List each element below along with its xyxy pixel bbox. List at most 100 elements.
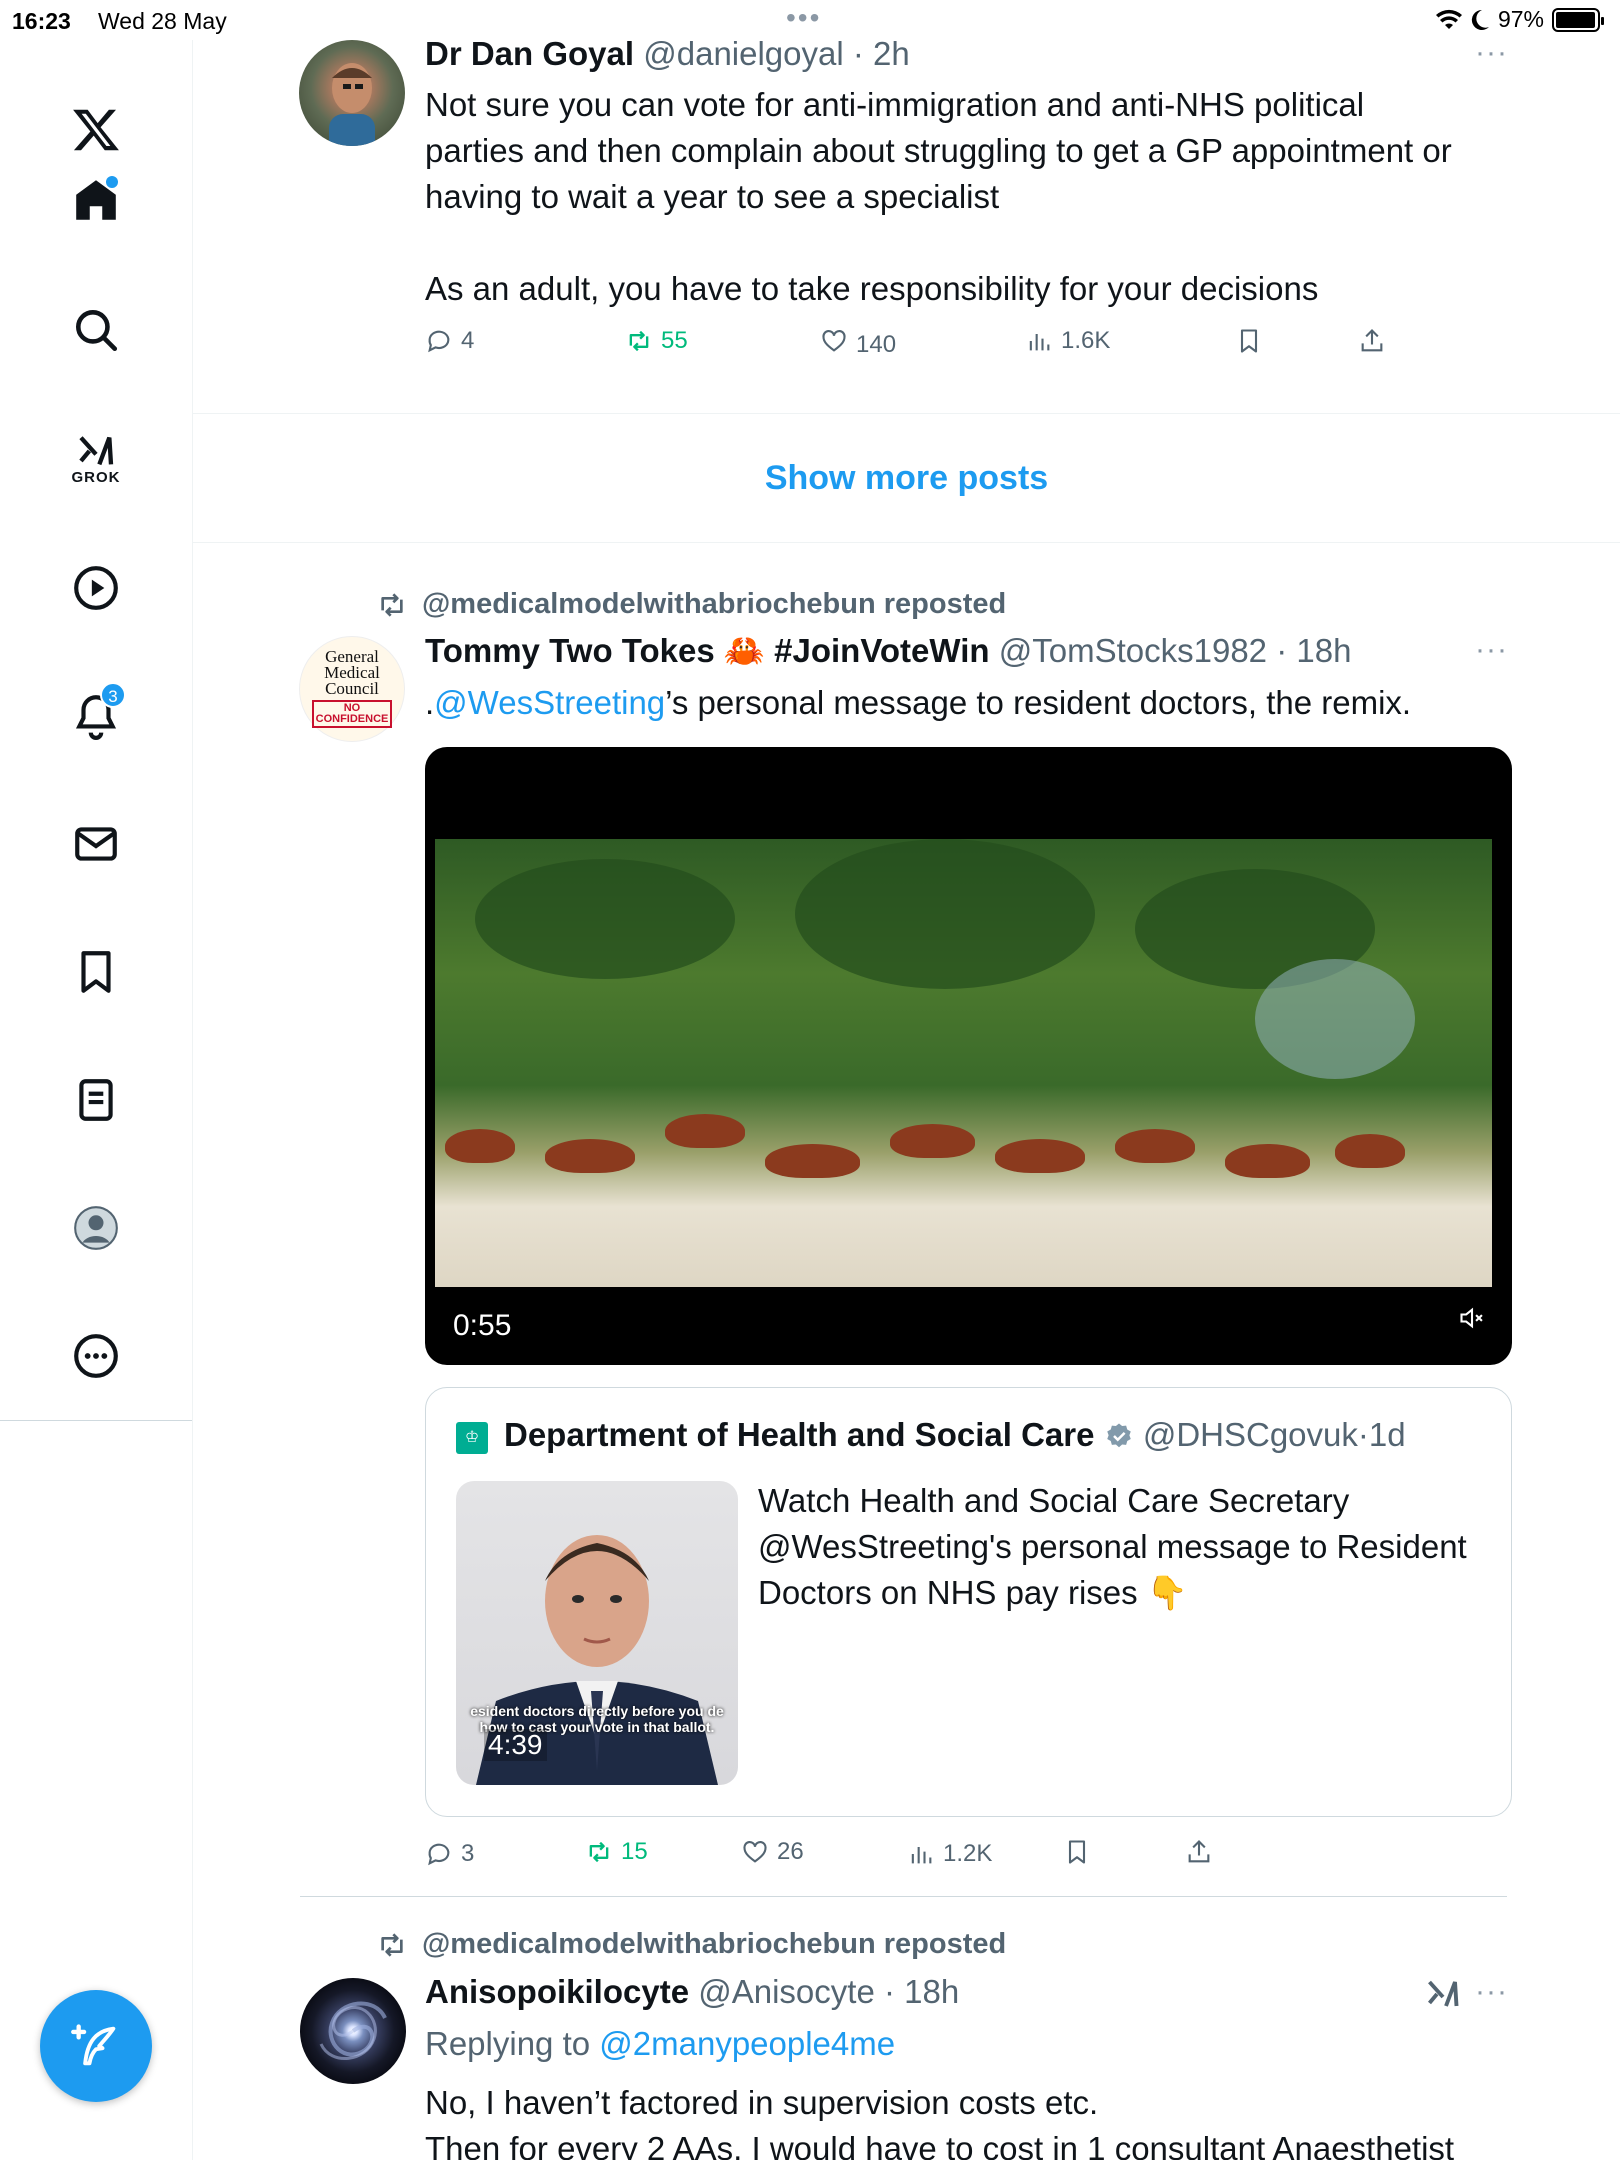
sidebar-item-more[interactable] — [56, 1316, 136, 1396]
post1-more-icon[interactable]: ··· — [1475, 36, 1508, 70]
quote-header: Department of Health and Social Care @DH… — [504, 1416, 1406, 1454]
post3-repost-context: @medicalmodelwithabriochebun reposted — [376, 1928, 1006, 1961]
post3-replying-to: Replying to @2manypeople4me — [425, 2021, 1605, 2067]
post2-views-button[interactable]: 1.2K — [907, 1840, 992, 1868]
crab-shape — [665, 1114, 745, 1148]
post1-like-count: 140 — [856, 331, 897, 352]
post-divider — [300, 1896, 1507, 1897]
post2-repost-button[interactable]: 15 — [585, 1838, 648, 1866]
post2-text-suffix: ’s personal message to resident doctors,… — [665, 684, 1412, 721]
post1-bookmark-button[interactable] — [1235, 327, 1263, 355]
post2-text: .@WesStreeting’s personal message to res… — [425, 680, 1585, 726]
quote-author-handle[interactable]: @DHSCgovuk — [1143, 1416, 1358, 1453]
post3-more-icon[interactable]: ··· — [1475, 1975, 1508, 2009]
quote-text: Watch Health and Social Care Secretary @… — [758, 1482, 1467, 1611]
notifications-badge: 3 — [100, 682, 126, 708]
bookmarks-icon — [81, 951, 111, 993]
post2-reply-button[interactable]: 3 — [425, 1840, 474, 1868]
sidebar-item-profile[interactable] — [56, 1188, 136, 1268]
post1-author-handle[interactable]: @danielgoyal — [643, 35, 843, 72]
post1-share-button[interactable] — [1358, 327, 1386, 355]
sidebar-item-video[interactable] — [56, 548, 136, 628]
crab-shape — [890, 1124, 975, 1158]
grok-icon — [1428, 1980, 1459, 2007]
post2-mention-link[interactable]: @WesStreeting — [434, 684, 665, 721]
post2-more-icon[interactable]: ··· — [1475, 633, 1508, 667]
post1-repost-button[interactable]: 55 — [625, 327, 688, 355]
post1-text-line: having to wait a year to see a specialis… — [425, 178, 1000, 215]
quote-video-thumbnail[interactable]: esident doctors directly before you de ho… — [456, 1481, 738, 1785]
separator-dot: · — [1267, 632, 1297, 669]
verified-badge-icon — [1106, 1423, 1131, 1448]
replying-to-label: Replying to — [425, 2025, 600, 2062]
post2-quoted-post[interactable]: ♔ Department of Health and Social Care @… — [425, 1387, 1512, 1817]
mute-button[interactable] — [1458, 1304, 1486, 1337]
post1-like-button[interactable]: 140 — [820, 327, 896, 355]
sidebar-item-notifications[interactable]: 3 — [56, 676, 136, 756]
sidebar-item-x-logo[interactable] — [56, 90, 136, 170]
grok-explain-button[interactable] — [1425, 1976, 1461, 2017]
avatar-tommy-two-tokes[interactable]: General Medical Council NO CONFIDENCE — [299, 636, 405, 742]
post2-like-button[interactable]: 26 — [741, 1838, 804, 1866]
post2-reposted-by[interactable]: @medicalmodelwithabriochebun reposted — [422, 588, 1006, 621]
grok-label: GROK — [71, 468, 121, 486]
like-icon — [822, 330, 846, 352]
compose-button[interactable] — [40, 1990, 152, 2102]
post3-timestamp[interactable]: 18h — [904, 1973, 959, 2010]
crab-emoji-icon: 🦀 — [723, 632, 765, 669]
post2-bookmark-button[interactable] — [1063, 1838, 1091, 1866]
separator-dot: · — [843, 35, 874, 72]
post3-reposted-by[interactable]: @medicalmodelwithabriochebun reposted — [422, 1928, 1006, 1961]
reply-icon — [428, 330, 450, 353]
post2-video-player[interactable]: 0:55 — [425, 747, 1512, 1365]
repost-icon — [629, 330, 649, 352]
post2-text-prefix: . — [425, 684, 435, 721]
show-more-posts-link[interactable]: Show more posts — [193, 413, 1620, 543]
search-icon — [76, 310, 118, 352]
separator-dot: · — [1357, 1416, 1369, 1453]
post3-text: No, I haven’t factored in supervision co… — [425, 2080, 1605, 2160]
volume-muted-icon — [1460, 1307, 1483, 1329]
post2-views-count: 1.2K — [943, 1840, 993, 1867]
replying-to-link[interactable]: @2manypeople4me — [599, 2025, 895, 2062]
post2-timestamp[interactable]: 18h — [1296, 632, 1351, 669]
avatar-anisopoikilocyte[interactable] — [300, 1978, 406, 2084]
sidebar-item-search[interactable] — [56, 290, 136, 370]
post2-header: Tommy Two Tokes 🦀 #JoinVoteWin @TomStock… — [425, 632, 1351, 671]
post1-author-name[interactable]: Dr Dan Goyal — [425, 35, 634, 72]
post1-actions: 4 55 140 1.6K — [425, 327, 1585, 367]
timeline: Dr Dan Goyal @danielgoyal · 2h ··· Not s… — [193, 0, 1620, 2160]
sky-patch — [1255, 959, 1415, 1079]
post1-blank-line — [425, 220, 1585, 266]
share-icon — [1361, 329, 1383, 352]
post3-author-name[interactable]: Anisopoikilocyte — [425, 1973, 689, 2010]
repost-icon — [589, 1841, 609, 1863]
crab-shape — [765, 1144, 860, 1178]
post2-author-handle[interactable]: @TomStocks1982 — [999, 632, 1267, 669]
sidebar-item-grok[interactable]: GROK — [56, 418, 136, 498]
separator-dot: · — [874, 1973, 905, 2010]
like-icon — [743, 1841, 767, 1863]
foliage-shape — [475, 859, 735, 979]
post2-share-button[interactable] — [1185, 1838, 1213, 1866]
post3-header: Anisopoikilocyte @Anisocyte · 18h — [425, 1973, 959, 2011]
sidebar-item-lists[interactable] — [56, 1060, 136, 1140]
post2-author-hashtag[interactable]: #JoinVoteWin — [774, 632, 989, 669]
post1-views-button[interactable]: 1.6K — [1025, 327, 1110, 355]
avatar-dan-goyal[interactable] — [299, 40, 405, 146]
lists-icon — [79, 1079, 113, 1121]
avatar-stamp: NO CONFIDENCE — [311, 700, 393, 728]
crab-shape — [995, 1139, 1085, 1173]
post2-author-name[interactable]: Tommy Two Tokes — [425, 632, 715, 669]
post1-timestamp[interactable]: 2h — [873, 35, 910, 72]
sidebar-item-bookmarks[interactable] — [56, 932, 136, 1012]
status-time: 16:23 — [12, 8, 71, 34]
quote-timestamp[interactable]: 1d — [1369, 1416, 1406, 1453]
post3-author-handle[interactable]: @Anisocyte — [698, 1973, 875, 2010]
sidebar-item-home[interactable] — [56, 160, 136, 240]
views-chart-icon — [911, 1847, 932, 1864]
quote-author-name[interactable]: Department of Health and Social Care — [504, 1416, 1094, 1453]
sidebar-item-messages[interactable] — [56, 804, 136, 884]
post1-reply-button[interactable]: 4 — [425, 327, 474, 355]
more-icon — [74, 1334, 118, 1378]
